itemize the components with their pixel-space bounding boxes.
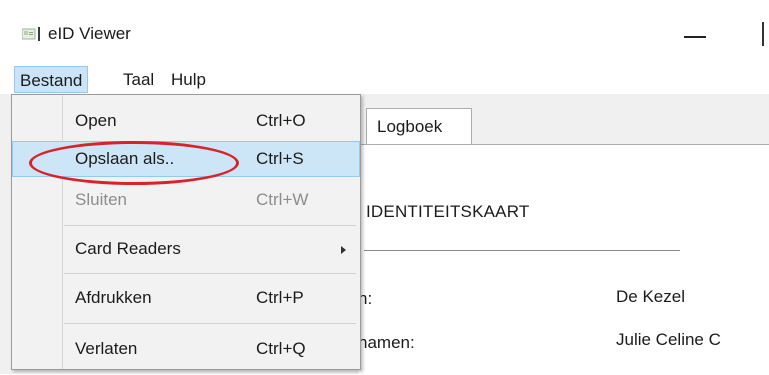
maximize-icon[interactable] <box>762 22 764 46</box>
menu-separator <box>64 225 356 226</box>
menu-taal[interactable]: Taal <box>118 66 159 93</box>
menu-item-card-readers-label: Card Readers <box>75 239 181 258</box>
menu-bestand[interactable]: Bestand <box>14 66 89 93</box>
heading-divider <box>364 250 680 251</box>
menu-item-opslaan-als-shortcut: Ctrl+S <box>256 149 304 168</box>
menu-item-open-label: Open <box>75 111 117 130</box>
menu-item-open-shortcut: Ctrl+O <box>256 111 306 130</box>
submenu-arrow-icon <box>341 246 346 254</box>
eid-app-icon <box>22 27 40 41</box>
menu-item-afdrukken-label: Afdrukken <box>75 288 152 307</box>
menu-item-verlaten[interactable] <box>12 329 360 365</box>
card-heading: IDENTITEITSKAART <box>366 202 530 221</box>
menu-item-sluiten-shortcut: Ctrl+W <box>256 190 309 209</box>
menu-item-card-readers[interactable] <box>12 230 360 266</box>
menu-item-open[interactable] <box>12 102 360 138</box>
menu-item-afdrukken-shortcut: Ctrl+P <box>256 288 304 307</box>
annotation-ellipse <box>29 141 239 185</box>
field-label-firstnames: namen: <box>358 333 415 352</box>
window-title: eID Viewer <box>48 24 131 43</box>
tab-logboek[interactable]: Logboek <box>366 108 472 144</box>
menu-separator <box>64 323 356 324</box>
minimize-icon[interactable] <box>684 36 706 38</box>
field-value-firstnames: Julie Celine C <box>616 330 721 349</box>
menu-item-verlaten-shortcut: Ctrl+Q <box>256 339 306 358</box>
menu-item-verlaten-label: Verlaten <box>75 339 138 358</box>
field-value-name: De Kezel <box>616 287 685 306</box>
menu-item-afdrukken[interactable] <box>12 279 360 315</box>
menu-separator <box>64 273 356 274</box>
menu-hulp[interactable]: Hulp <box>166 66 211 93</box>
menu-item-sluiten-label: Sluiten <box>75 190 127 209</box>
menu-bar <box>0 66 769 94</box>
